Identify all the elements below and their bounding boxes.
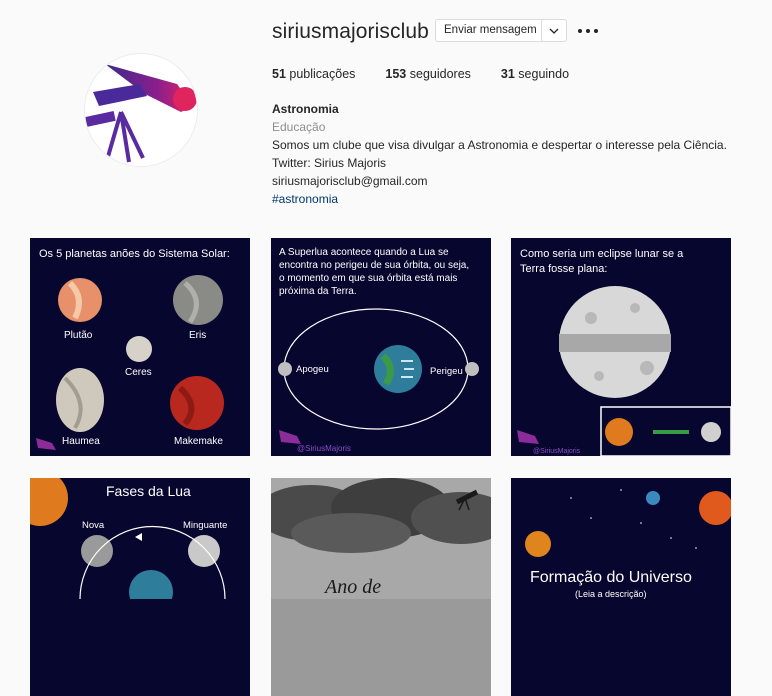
followers-count-label: seguidores <box>409 67 471 81</box>
label-minguante: Minguante <box>183 520 227 531</box>
earth-small <box>646 491 660 505</box>
profile-stats: 51 publicações 153 seguidores 31 seguind… <box>272 67 599 81</box>
post-ano-de[interactable]: Ano de <box>271 478 491 696</box>
bio-description: Somos um clube que visa divulgar a Astro… <box>272 138 727 152</box>
followers-count-value: 153 <box>385 67 407 81</box>
profile-username: siriusmajorisclub <box>272 20 429 43</box>
send-message-button[interactable]: Enviar mensagem <box>435 19 546 42</box>
profile-avatar[interactable] <box>84 53 198 167</box>
post-title: Ano de <box>323 576 381 598</box>
following-count[interactable]: 31 seguindo <box>501 67 569 81</box>
following-count-value: 31 <box>500 67 515 81</box>
label-ceres: Ceres <box>125 367 152 378</box>
post-universe-formation[interactable]: Formação do Universo (Leia a descrição) <box>511 478 731 696</box>
makemake-planet <box>170 376 224 430</box>
post-text-line: encontra no perigeu de sua órbita, ou se… <box>279 260 469 271</box>
telescope-logo-icon <box>85 64 197 163</box>
moon-perigee <box>465 362 479 376</box>
ceres-planet <box>126 336 152 362</box>
label-nova: Nova <box>82 520 105 531</box>
moon-nova <box>81 535 113 567</box>
bio-twitter: Twitter: Sirius Majoris <box>272 156 387 170</box>
suggested-dropdown-button[interactable] <box>541 19 567 42</box>
earth-planet <box>374 345 422 393</box>
flat-earth <box>653 430 689 434</box>
label-apogeu: Apogeu <box>296 364 329 375</box>
moon-apogee <box>278 362 292 376</box>
bio-email: siriusmajorisclub@gmail.com <box>272 174 428 188</box>
options-more-icon[interactable] <box>578 24 598 38</box>
post-moon-phases[interactable]: Fases da Lua Nova Minguante <box>30 478 250 696</box>
sun-corner <box>30 478 68 526</box>
post-title: Formação do Universo <box>530 569 692 586</box>
following-count-label: seguindo <box>518 67 570 81</box>
post-text-line: próxima da Terra. <box>279 286 357 297</box>
posts-count-value: 51 <box>272 67 286 81</box>
sun-small <box>605 418 633 446</box>
label-pluto: Plutão <box>64 330 93 341</box>
orange-planet <box>525 531 551 557</box>
moon-small <box>701 422 721 442</box>
post-flat-earth-eclipse[interactable]: Como seria um eclipse lunar se a Terra f… <box>511 238 731 456</box>
post-text-line: o momento em que sua órbita está mais <box>279 273 457 284</box>
profile-category: Educação <box>272 120 326 134</box>
followers-count[interactable]: 153 seguidores <box>385 67 471 81</box>
posts-count-label: publicações <box>289 67 356 81</box>
telescope-watermark-icon <box>517 430 539 444</box>
label-perigeu: Perigeu <box>430 366 463 377</box>
label-eris: Eris <box>189 330 206 341</box>
label-makemake: Makemake <box>174 436 223 447</box>
post-title: Os 5 planetas anões do Sistema Solar: <box>39 248 230 260</box>
post-text-line: Terra fosse plana: <box>520 263 607 275</box>
post-dwarf-planets[interactable]: Os 5 planetas anões do Sistema Solar: Pl… <box>30 238 250 456</box>
profile-name: Astronomia <box>272 102 339 116</box>
label-haumea: Haumea <box>62 436 100 447</box>
chevron-down-icon <box>549 28 559 34</box>
post-text-line: Como seria um eclipse lunar se a <box>520 248 684 260</box>
post-handle: @SiriusMajoris <box>533 448 581 455</box>
posts-count: 51 publicações <box>272 67 355 81</box>
post-handle: @SiriusMajoris <box>297 444 351 453</box>
post-text-line: A Superlua acontece quando a Lua se <box>279 247 449 258</box>
bio-hashtag-link[interactable]: #astronomia <box>272 190 727 208</box>
profile-bio: Astronomia Educação Somos um clube que v… <box>272 100 727 208</box>
post-title: Fases da Lua <box>106 483 191 499</box>
telescope-watermark-icon <box>36 438 56 450</box>
earth-planet <box>129 570 173 599</box>
post-subtitle: (Leia a descrição) <box>575 589 647 599</box>
post-superlua[interactable]: A Superlua acontece quando a Lua se enco… <box>271 238 491 456</box>
red-planet <box>699 491 731 525</box>
telescope-watermark-icon <box>279 430 301 444</box>
